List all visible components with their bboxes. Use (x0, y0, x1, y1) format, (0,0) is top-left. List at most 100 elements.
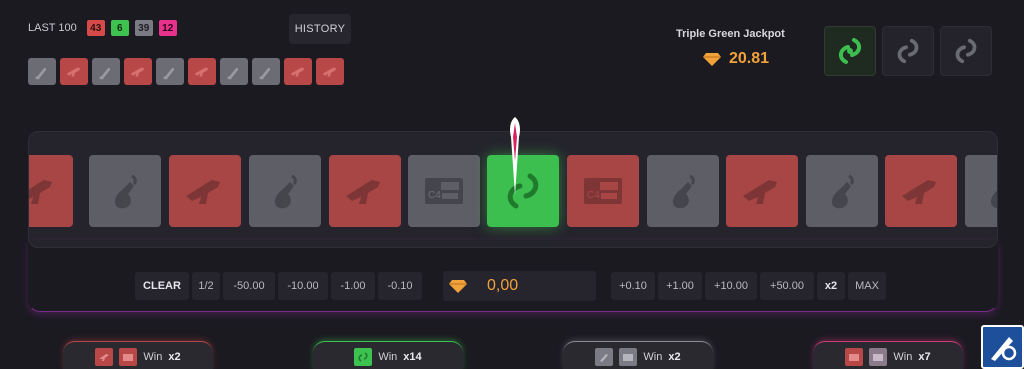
clear-button[interactable]: CLEAR (135, 272, 189, 300)
rifle-icon (66, 67, 81, 76)
rifle-icon (743, 180, 777, 204)
molotov-icon (991, 190, 997, 209)
bet-decrease-controls: CLEAR 1/2 -50.00 -10.00 -1.00 -0.10 (135, 272, 422, 300)
rifle-icon (186, 180, 220, 204)
jackpot-slot-1 (824, 26, 876, 76)
green-count-badge: 6 (110, 20, 129, 36)
plus-0-10-button[interactable]: +0.10 (611, 272, 655, 300)
rifle-icon (290, 67, 305, 76)
c4-bomb-icon: C4 (584, 178, 622, 204)
c4-bomb-icon (119, 347, 138, 366)
last-100-label: LAST 100 (28, 22, 77, 34)
jackpot-slot-2 (882, 26, 934, 76)
bet-amount-input[interactable] (487, 277, 587, 295)
rifle-icon (322, 67, 337, 76)
bet-red-multiplier: x2 (168, 350, 181, 363)
history-button[interactable]: HISTORY (289, 14, 351, 44)
reel-tile-c4: C4 (408, 155, 480, 227)
jackpot-value: 20.81 (703, 50, 769, 68)
knife-icon (35, 67, 47, 79)
bet-amount-field[interactable] (443, 271, 596, 301)
grey-swirl-icon (897, 38, 919, 64)
plus-1-button[interactable]: +1.00 (658, 272, 702, 300)
bet-green-multiplier: x14 (403, 350, 422, 363)
knife-icon (99, 67, 111, 79)
green-swirl-icon (839, 38, 861, 64)
reel-tile-gun (29, 155, 73, 227)
reel-tile-c4: C4 (567, 155, 639, 227)
plus-50-button[interactable]: +50.00 (760, 272, 814, 300)
bet-increase-controls: +0.10 +1.00 +10.00 +50.00 x2 MAX (611, 272, 886, 300)
recent-result-gun (188, 58, 216, 85)
minus-50-button[interactable]: -50.00 (223, 272, 275, 300)
gem-icon (449, 280, 467, 293)
molotov-icon (114, 174, 137, 209)
rifle-icon (346, 180, 380, 204)
knife-icon (259, 67, 271, 79)
bet-pink-label: Win (893, 350, 913, 363)
bet-red-label: Win (143, 350, 163, 363)
recent-result-gun (60, 58, 88, 85)
recent-result-knife (28, 58, 56, 85)
half-button[interactable]: 1/2 (192, 272, 220, 300)
reel-tile-molotov (965, 155, 997, 227)
gem-icon (703, 53, 721, 66)
max-button[interactable]: MAX (848, 272, 886, 300)
reel-tile-molotov (249, 155, 321, 227)
reel-tile-gun (726, 155, 798, 227)
reel-pointer-icon (510, 117, 520, 195)
recent-results (28, 58, 344, 85)
recent-result-gun (316, 58, 344, 85)
bet-red-button[interactable]: Win x2 (63, 341, 213, 369)
reel-tile-molotov (806, 155, 878, 227)
c4-bomb-icon (869, 347, 888, 366)
bet-grey-label: Win (643, 350, 663, 363)
bet-pink-multiplier: x7 (918, 350, 931, 363)
svg-text:C4: C4 (428, 190, 441, 201)
bet-grey-button[interactable]: Win x2 (563, 341, 713, 369)
c4-bomb-icon: C4 (425, 178, 463, 204)
minus-1-button[interactable]: -1.00 (331, 272, 375, 300)
red-count-badge: 43 (86, 20, 105, 36)
bet-pink-button[interactable]: Win x7 (813, 341, 963, 369)
minus-0-10-button[interactable]: -0.10 (378, 272, 422, 300)
double-button[interactable]: x2 (817, 272, 845, 300)
rifle-icon (902, 180, 936, 204)
recent-result-gun (124, 58, 152, 85)
last-100-summary: LAST 100 43 6 39 12 (28, 20, 177, 36)
molotov-icon (274, 174, 297, 209)
recent-result-knife (252, 58, 280, 85)
c4-bomb-icon (619, 347, 638, 366)
bet-green-label: Win (378, 350, 398, 363)
plus-10-button[interactable]: +10.00 (705, 272, 757, 300)
bet-green-button[interactable]: Win x14 (313, 341, 463, 369)
recent-result-gun (284, 58, 312, 85)
minus-10-button[interactable]: -10.00 (278, 272, 328, 300)
grey-swirl-icon (955, 38, 977, 64)
jackpot-title: Triple Green Jackpot (676, 28, 785, 40)
recent-result-knife (220, 58, 248, 85)
reel-tile-gun (169, 155, 241, 227)
reel-tile-molotov (647, 155, 719, 227)
molotov-icon (831, 174, 854, 209)
pink-count-badge: 12 (158, 20, 177, 36)
grey-count-badge: 39 (134, 20, 153, 36)
rifle-icon (130, 67, 145, 76)
recent-result-knife (92, 58, 120, 85)
rifle-icon (95, 347, 114, 366)
green-swirl-icon (354, 347, 373, 366)
knife-icon (227, 67, 239, 79)
bet-grey-multiplier: x2 (668, 350, 681, 363)
knife-icon (595, 347, 614, 366)
recent-result-knife (156, 58, 184, 85)
knife-icon (163, 67, 175, 79)
molotov-icon (672, 174, 695, 209)
rifle-icon (194, 67, 209, 76)
svg-text:C4: C4 (587, 190, 600, 201)
rifle-icon (29, 180, 52, 204)
c4-bomb-icon (845, 347, 864, 366)
jackpot-amount: 20.81 (729, 50, 770, 67)
jackpot-slot-3 (940, 26, 992, 76)
reel-tile-molotov (89, 155, 161, 227)
reel-tile-gun (885, 155, 957, 227)
